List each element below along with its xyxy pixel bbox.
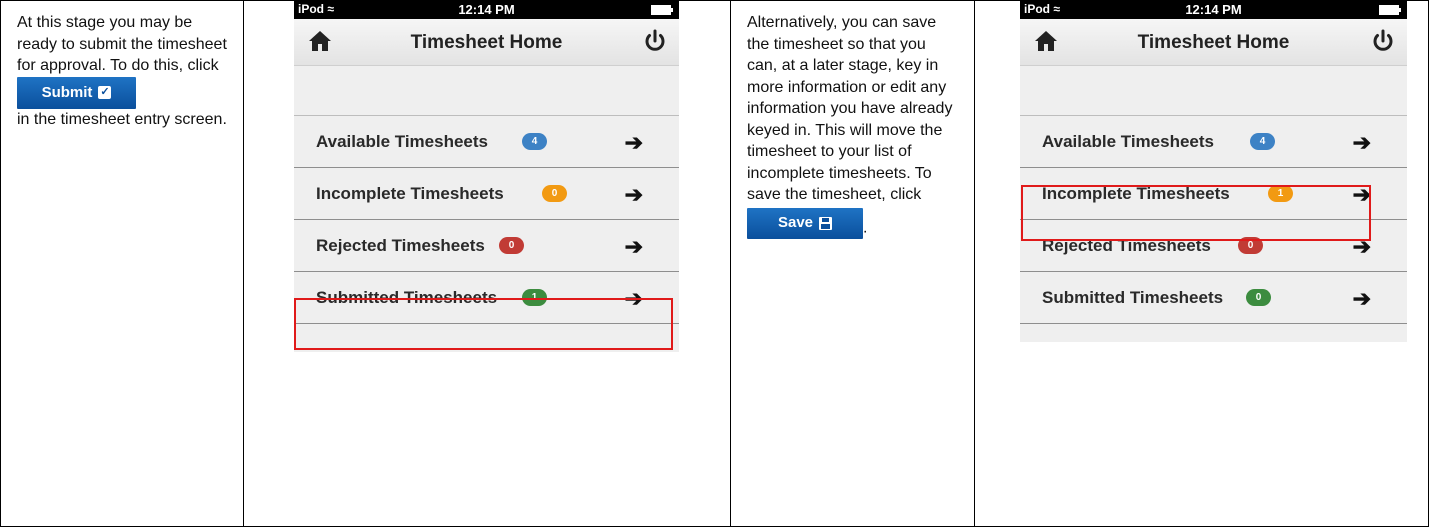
submit-button[interactable]: Submit ✓ (17, 76, 136, 109)
timesheet-list: Available Timesheets 4 ➔ Incomplete Timeshe… (294, 116, 679, 324)
count-badge: 4 (1250, 133, 1275, 150)
power-icon[interactable] (1371, 29, 1395, 53)
submit-instructions-text: At this stage you may be ready to submit… (17, 14, 227, 74)
list-item-label: Incomplete Timesheets (316, 184, 504, 203)
page-title: Timesheet Home (1137, 32, 1290, 53)
submit-button-label: Submit (41, 83, 93, 101)
nav-bar: Timesheet Home (1020, 19, 1407, 66)
list-item[interactable]: Rejected Timesheets 0 ➔ (294, 220, 679, 272)
list-item-label: Rejected Timesheets (316, 236, 485, 255)
save-button[interactable]: Save (747, 207, 863, 239)
submit-instructions-end: in the timesheet entry screen. (17, 110, 227, 128)
arrow-right-icon[interactable]: ➔ (625, 234, 643, 260)
phone-screen-2: iPod ≈ 12:14 PM Timesheet Home Available… (1020, 0, 1407, 342)
status-bar: iPod ≈ 12:14 PM (1020, 0, 1407, 19)
count-badge: 0 (542, 185, 567, 202)
list-item-label: Available Timesheets (316, 132, 488, 151)
status-bar: iPod ≈ 12:14 PM (294, 0, 679, 19)
battery-icon (651, 5, 673, 15)
list-item[interactable]: Submitted Timesheets 0 ➔ (1020, 272, 1407, 324)
arrow-right-icon[interactable]: ➔ (625, 182, 643, 208)
list-item[interactable]: Available Timesheets 4 ➔ (1020, 116, 1407, 168)
nav-bar: Timesheet Home (294, 19, 679, 66)
table-cell-submit-instructions: At this stage you may be ready to submit… (0, 0, 243, 527)
list-item-label: Available Timesheets (1042, 132, 1214, 151)
save-instructions-text: Alternatively, you can save the timeshee… (747, 14, 953, 203)
battery-icon (1379, 5, 1401, 15)
arrow-right-icon[interactable]: ➔ (1353, 130, 1371, 156)
page-title: Timesheet Home (410, 32, 563, 53)
count-badge: 4 (522, 133, 547, 150)
save-instructions: Alternatively, you can save the timeshee… (731, 1, 974, 239)
floppy-disk-icon (819, 216, 833, 230)
checkbox-icon: ✓ (98, 86, 112, 99)
table-cell-save-instructions: Alternatively, you can save the timeshee… (730, 0, 974, 527)
highlight-box-incomplete (1021, 185, 1371, 241)
list-item[interactable]: Incomplete Timesheets 0 ➔ (294, 168, 679, 220)
list-item[interactable]: Available Timesheets 4 ➔ (294, 116, 679, 168)
power-icon[interactable] (643, 29, 667, 53)
highlight-box-submitted (294, 298, 673, 350)
count-badge: 0 (499, 237, 524, 254)
status-time: 12:14 PM (458, 2, 515, 17)
count-badge: 0 (1246, 289, 1271, 306)
save-button-label: Save (777, 214, 814, 232)
save-instructions-end: . (863, 219, 868, 236)
arrow-right-icon[interactable]: ➔ (1353, 286, 1371, 312)
arrow-right-icon[interactable]: ➔ (625, 130, 643, 156)
status-time: 12:14 PM (1185, 2, 1242, 17)
submit-instructions: At this stage you may be ready to submit… (1, 1, 243, 130)
list-item-label: Submitted Timesheets (1042, 288, 1224, 307)
